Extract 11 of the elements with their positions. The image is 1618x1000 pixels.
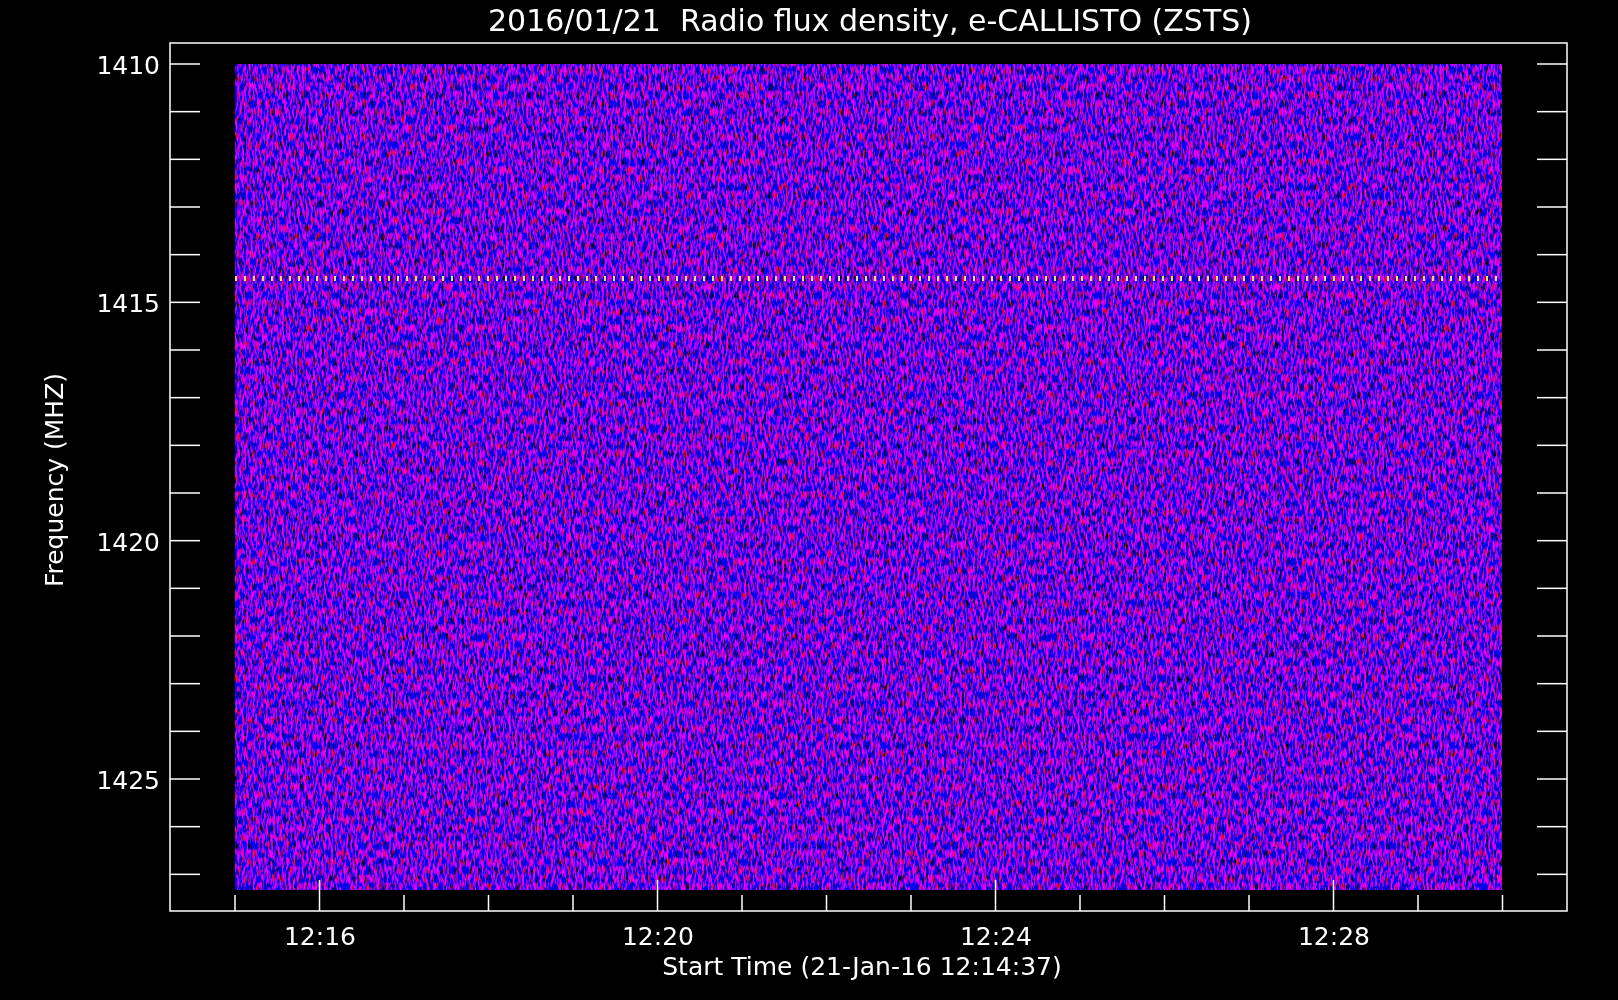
y-tick-label: 1410 (96, 51, 160, 80)
y-tick-label: 1420 (96, 527, 160, 557)
x-tick-label: 12:20 (622, 922, 694, 951)
chart-title: 2016/01/21 Radio flux density, e-CALLISTO (ZSTS) (488, 3, 1252, 38)
x-tick-label: 12:24 (960, 922, 1032, 951)
x-tick-label: 12:16 (284, 922, 356, 951)
x-tick-label: 12:28 (1298, 922, 1370, 951)
y-tick-label: 1415 (96, 289, 160, 319)
x-axis-label: Start Time (21-Jan-16 12:14:37) (662, 952, 1062, 981)
y-axis-label: Frequency (MHZ) (40, 372, 69, 588)
y-tick-label: 1425 (96, 766, 160, 795)
